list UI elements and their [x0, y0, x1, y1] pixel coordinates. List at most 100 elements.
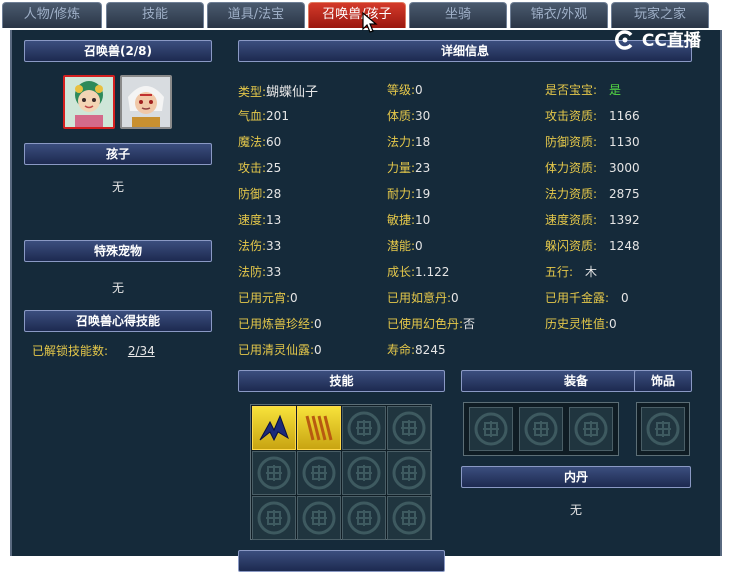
stat-defense: 防御:28: [238, 185, 281, 202]
stat-value: 是: [609, 83, 622, 97]
skill-slot[interactable]: [297, 406, 341, 450]
stat-constitution: 体质:30: [387, 107, 430, 124]
tab-outfits[interactable]: 锦衣/外观: [510, 2, 608, 28]
stat-value: 0: [415, 239, 423, 253]
stat-mp-aptitude: 法力资质: 2875: [545, 185, 640, 202]
stat-label: 类型:: [238, 85, 267, 99]
stat-huanse: 已使用幻色丹:否: [387, 315, 475, 332]
stat-attack-aptitude: 攻击资质: 1166: [545, 107, 640, 124]
stat-label: 潜能:: [387, 239, 416, 253]
tab-skills[interactable]: 技能: [106, 2, 204, 28]
skill-slot[interactable]: [252, 406, 296, 450]
tab-character[interactable]: 人物/修炼: [2, 2, 102, 28]
skill-slot[interactable]: [252, 496, 296, 540]
stat-value: 60: [266, 135, 282, 149]
skills-header: 技能: [238, 370, 445, 392]
stat-label: 法力:: [387, 135, 416, 149]
stat-qingling: 已用清灵仙露:0: [238, 341, 322, 358]
stat-ruyi: 已用如意丹:0: [387, 289, 459, 306]
unlock-count: 已解锁技能数: 2/34: [32, 342, 155, 359]
stat-is-baby: 是否宝宝: 是: [545, 81, 621, 98]
stat-label: 魔法:: [238, 135, 267, 149]
stat-label: 防御:: [238, 187, 267, 201]
empty-slot-icon: [347, 411, 381, 445]
skill-slot[interactable]: [342, 406, 386, 450]
stat-growth: 成长:1.122: [387, 263, 449, 280]
skill-slot[interactable]: [297, 451, 341, 495]
child-header: 孩子: [24, 143, 212, 165]
stat-speed: 速度:13: [238, 211, 281, 228]
stat-defense-aptitude: 防御资质: 1130: [545, 133, 640, 150]
white-haired-summon-portrait-icon: [122, 77, 170, 127]
stat-value: 否: [463, 317, 476, 331]
stat-magic-defense: 法防:33: [238, 263, 281, 280]
equipment-slot[interactable]: [569, 407, 613, 451]
skill-slot[interactable]: [342, 451, 386, 495]
empty-slot-icon: [524, 412, 558, 446]
stat-label: 速度:: [238, 213, 267, 227]
skill-slot[interactable]: [387, 406, 431, 450]
stat-label: 成长:: [387, 265, 416, 279]
stat-level: 等级:0: [387, 81, 423, 98]
empty-slot-icon: [347, 456, 381, 490]
skill-slot[interactable]: [387, 451, 431, 495]
stat-strength: 力量:23: [387, 159, 430, 176]
stat-label: 寿命:: [387, 343, 416, 357]
stat-value: 木: [585, 265, 598, 279]
stat-label: 是否宝宝:: [545, 83, 598, 97]
summon-avatar-butterfly-fairy[interactable]: [63, 75, 115, 129]
skill-slot[interactable]: [342, 496, 386, 540]
stat-magic-power: 法力:18: [387, 133, 430, 150]
equipment-slot[interactable]: [469, 407, 513, 451]
empty-slot-icon: [646, 412, 680, 446]
watermark-text: CC直播: [641, 31, 701, 51]
stat-label: 气血:: [238, 109, 267, 123]
stat-type: 类型:蝴蝶仙子: [238, 81, 318, 100]
stat-label: 体力资质:: [545, 161, 598, 175]
cc-logo-icon: [615, 30, 633, 50]
accessory-slot[interactable]: [641, 407, 685, 451]
stat-label: 攻击:: [238, 161, 267, 175]
stat-label: 已用炼兽珍经:: [238, 317, 315, 331]
stat-speed-aptitude: 速度资质: 1392: [545, 211, 640, 228]
skill-slot[interactable]: [387, 496, 431, 540]
stat-attack: 攻击:25: [238, 159, 281, 176]
stat-value: 13: [266, 213, 282, 227]
stat-value: 1130: [609, 135, 640, 149]
summon-panel: 召唤兽(2/8) 孩子 无 特殊宠物 无 召唤兽心得技能 已解锁技能数: 2/3…: [10, 30, 722, 572]
unlock-value[interactable]: 2/34: [128, 344, 155, 358]
stat-yuanxiao: 已用元宵:0: [238, 289, 298, 306]
stat-value: 28: [266, 187, 282, 201]
butterfly-fairy-portrait-icon: [65, 77, 113, 127]
empty-slot-icon: [392, 411, 426, 445]
empty-slot-icon: [474, 412, 508, 446]
stat-value: 8245: [415, 343, 446, 357]
tab-summons[interactable]: 召唤兽/孩子: [308, 2, 406, 28]
summon-avatar-second[interactable]: [120, 75, 172, 129]
unlock-label: 已解锁技能数:: [32, 344, 109, 358]
stat-endurance: 耐力:19: [387, 185, 430, 202]
stat-value: 33: [266, 239, 282, 253]
stat-value: 0: [451, 291, 459, 305]
stat-label: 已用如意丹:: [387, 291, 452, 305]
neidan-value: 无: [570, 503, 583, 517]
skill-slot[interactable]: [297, 496, 341, 540]
tab-items[interactable]: 道具/法宝: [207, 2, 305, 28]
equipment-slot[interactable]: [519, 407, 563, 451]
stat-dodge-aptitude: 躲闪资质: 1248: [545, 237, 640, 254]
tab-home[interactable]: 玩家之家: [611, 2, 709, 28]
stat-label: 法伤:: [238, 239, 267, 253]
stat-mp: 魔法:60: [238, 133, 281, 150]
stat-agility: 敏捷:10: [387, 211, 430, 228]
stat-spirit-history: 历史灵性值:0: [545, 315, 617, 332]
stat-label: 已用千金露:: [545, 291, 610, 305]
stat-value: 2875: [609, 187, 640, 201]
stat-value: 0: [290, 291, 298, 305]
bottom-section-header: [238, 550, 445, 572]
skill-slot[interactable]: [252, 451, 296, 495]
eagle-skill-icon: [259, 414, 289, 442]
stat-value: 蝴蝶仙子: [266, 85, 319, 100]
stat-value: 0: [314, 343, 322, 357]
tab-mounts[interactable]: 坐骑: [409, 2, 507, 28]
stat-value: 1392: [609, 213, 640, 227]
